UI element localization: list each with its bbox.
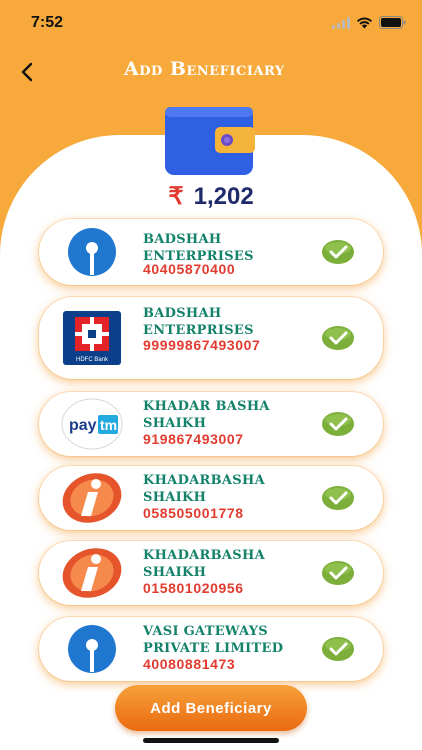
account-number: 99999867493007 <box>143 337 261 353</box>
wallet-balance: ₹1,202 <box>0 182 422 211</box>
wifi-icon <box>356 17 373 28</box>
account-number: 015801020956 <box>143 580 244 596</box>
chevron-left-icon <box>21 62 33 82</box>
balance-amount: 1,202 <box>193 183 254 210</box>
svg-text:pay: pay <box>69 417 97 434</box>
wallet-icon <box>163 105 255 177</box>
sbi-icon <box>59 226 125 278</box>
beneficiary-name: KHADAR BASHA SHAIKH <box>143 399 270 431</box>
beneficiary-name: KHADARBASHA SHAIKH <box>143 548 265 580</box>
beneficiary-name: BADSHAH ENTERPRISES <box>143 232 254 264</box>
rupee-symbol: ₹ <box>168 183 184 210</box>
verified-check-icon <box>322 486 354 510</box>
account-number: 40080881473 <box>143 656 236 672</box>
add-beneficiary-button[interactable]: Add Beneficiary <box>115 685 307 731</box>
battery-icon <box>379 16 406 29</box>
svg-text:tm: tm <box>100 417 117 433</box>
verified-check-icon <box>322 326 354 350</box>
beneficiary-name: VASI GATEWAYS PRIVATE LIMITED <box>143 624 284 656</box>
icici-icon <box>59 472 125 524</box>
verified-check-icon <box>322 561 354 585</box>
status-icons <box>332 16 406 29</box>
hdfc-bank-icon: HDFC Bank <box>59 309 125 367</box>
beneficiary-name: BADSHAH ENTERPRISES <box>143 306 254 338</box>
beneficiary-card[interactable]: VASI GATEWAYS PRIVATE LIMITED 4008088147… <box>39 617 383 681</box>
home-indicator <box>143 738 279 743</box>
account-number: 919867493007 <box>143 431 244 447</box>
sbi-icon <box>59 623 125 675</box>
signal-icon <box>332 16 350 29</box>
status-bar: 7:52 <box>0 0 422 46</box>
beneficiary-card[interactable]: KHADARBASHA SHAIKH 058505001778 <box>39 466 383 530</box>
beneficiary-card[interactable]: BADSHAH ENTERPRISES 40405870400 <box>39 219 383 285</box>
status-time: 7:52 <box>31 14 64 31</box>
paytm-icon: pay tm <box>59 398 125 450</box>
beneficiary-card[interactable]: HDFC Bank BADSHAH ENTERPRISES 9999986749… <box>39 297 383 379</box>
account-number: 40405870400 <box>143 261 236 277</box>
beneficiary-name: KHADARBASHA SHAIKH <box>143 473 265 505</box>
beneficiary-card[interactable]: pay tm KHADAR BASHA SHAIKH 919867493007 <box>39 392 383 456</box>
account-number: 058505001778 <box>143 505 244 521</box>
page-title: Add Beneficiary <box>124 58 285 80</box>
top-bar: Add Beneficiary <box>0 46 422 102</box>
beneficiary-card[interactable]: KHADARBASHA SHAIKH 015801020956 <box>39 541 383 605</box>
verified-check-icon <box>322 637 354 661</box>
verified-check-icon <box>322 240 354 264</box>
icici-icon <box>59 547 125 599</box>
hdfc-logo-text: HDFC Bank <box>76 357 109 363</box>
back-button[interactable] <box>14 58 42 86</box>
verified-check-icon <box>322 412 354 436</box>
